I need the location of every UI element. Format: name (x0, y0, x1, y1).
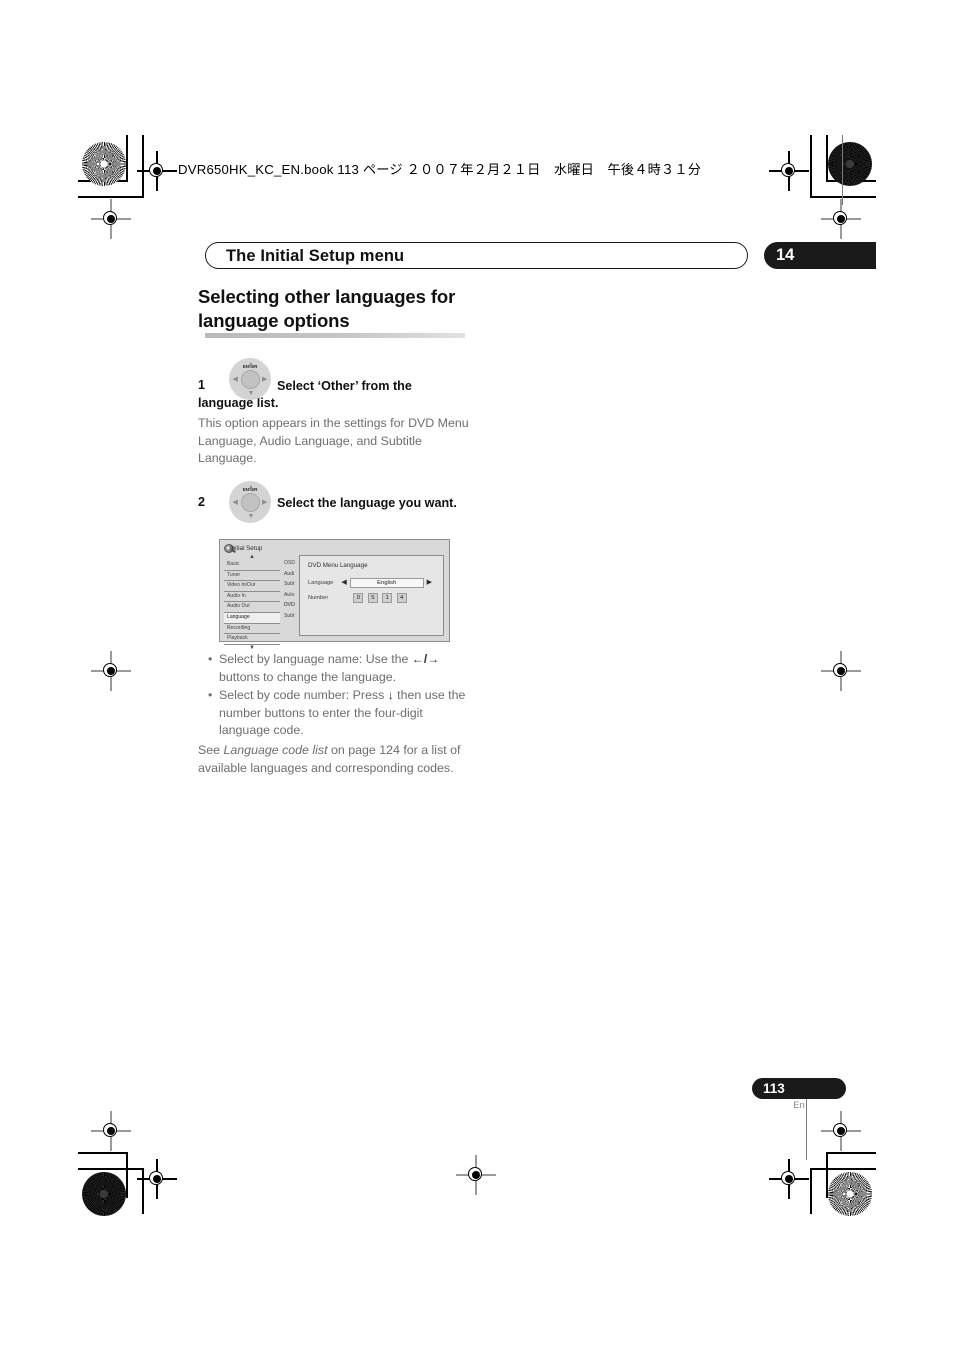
file-path-header: DVR650HK_KC_EN.book 113 ページ ２００７年２月２１日 水… (178, 162, 702, 177)
scroll-down-icon[interactable]: ▼ (224, 645, 280, 651)
bullet-dot-icon: • (208, 688, 213, 702)
nav-right-arrow-icon: ▶ (262, 498, 268, 506)
crop-line (810, 135, 812, 197)
registration-target (456, 1155, 496, 1195)
nav-right-arrow-icon: ▶ (262, 375, 268, 383)
registration-target (821, 199, 861, 239)
osd-sidebar-item-tuner[interactable]: Tuner (224, 571, 280, 582)
osd-digit-3[interactable]: 1 (382, 593, 393, 603)
nav-left-arrow-icon: ◀ (232, 375, 238, 383)
see-note-pre: See (198, 743, 224, 757)
osd-digit-1[interactable]: 0 (353, 593, 364, 603)
osd-screenshot: Initial Setup ▲ Basic Tuner Video In/Out… (219, 539, 450, 651)
osd-digit-2[interactable]: 5 (367, 593, 378, 603)
osd-sidebar-item-playback[interactable]: Playback (224, 634, 280, 645)
chapter-banner: The Initial Setup menu (205, 242, 748, 269)
starburst-mark (82, 142, 126, 186)
registration-target (769, 1159, 809, 1199)
crop-line (810, 1168, 876, 1170)
page-number-badge: 113 (752, 1078, 846, 1099)
bullet-1-pre: Select by language name: Use the (219, 652, 412, 666)
page-language-code: En (793, 1100, 805, 1111)
bullet-dot-icon: • (208, 652, 213, 666)
crop-line (78, 196, 144, 198)
registration-target (91, 199, 131, 239)
starburst-mark (828, 142, 872, 186)
starburst-mark (82, 1172, 126, 1216)
bullet-item-code-number: • Select by code number: Press ↓ then use… (207, 687, 469, 740)
osd-number-row: Number 0 5 1 4 (308, 593, 407, 603)
page-title: Selecting other languages for language o… (198, 286, 456, 331)
osd-sidebar: ▲ Basic Tuner Video In/Out Audio In Audi… (224, 554, 280, 651)
bullet-2-pre: Select by code number: Press (219, 688, 388, 702)
osd-panel-title: DVD Menu Language (308, 562, 368, 569)
nav-down-arrow-icon: ▼ (247, 513, 255, 520)
osd-language-row: Language ◀ English ▶ (308, 578, 432, 588)
chapter-title: The Initial Setup menu (226, 247, 405, 265)
step-1: 1 ENTER ▲ ▼ ◀ ▶ Select ‘Other’ from the … (198, 358, 470, 468)
osd-detail-panel: DVD Menu Language Language ◀ English ▶ N… (299, 555, 444, 636)
bullet-item-language-name: • Select by language name: Use the ←/→ bu… (207, 651, 469, 686)
crop-line (810, 196, 876, 198)
crop-line (126, 1152, 128, 1198)
registration-target (91, 651, 131, 691)
registration-target (821, 651, 861, 691)
remote-nav-button-icon: ENTER ▲ ▼ ◀ ▶ (229, 481, 271, 523)
registration-target (769, 151, 809, 191)
right-arrow-icon[interactable]: ▶ (427, 579, 432, 586)
osd-language-value[interactable]: English (349, 578, 424, 588)
registration-target (137, 1159, 177, 1199)
registration-target (91, 1111, 131, 1151)
registration-target (137, 151, 177, 191)
osd-digit-4[interactable]: 4 (396, 593, 407, 603)
crop-line (78, 1168, 144, 1170)
starburst-mark (828, 1172, 872, 1216)
osd-title: Initial Setup (230, 545, 263, 552)
left-arrow-icon[interactable]: ◀ (341, 579, 346, 586)
step-2-number: 2 (198, 495, 206, 509)
osd-sidebar-item-audio-out[interactable]: Audio Out (224, 602, 280, 613)
bullet-1-post: buttons to change the language. (219, 669, 397, 684)
left-right-arrow-icon: ←/→ (411, 652, 440, 666)
nav-up-arrow-icon: ▲ (247, 360, 255, 368)
crop-line (810, 1168, 812, 1214)
crop-line (826, 135, 828, 181)
page-number: 113 (763, 1081, 785, 1096)
crop-line (78, 1152, 128, 1154)
nav-up-arrow-icon: ▲ (247, 483, 255, 491)
see-note-italic: Language code list (223, 743, 328, 757)
step-2-text: Select the language you want. (277, 496, 457, 510)
osd-language-label: Language (308, 579, 334, 586)
nav-left-arrow-icon: ◀ (232, 498, 238, 506)
osd-sidebar-item-audio-in[interactable]: Audio In (224, 592, 280, 603)
cross-reference-note: See Language code list on page 124 for a… (198, 742, 468, 777)
step-1-number: 1 (198, 378, 206, 392)
guide-line (842, 135, 843, 205)
osd-number-label: Number (308, 594, 329, 601)
step-2: 2 ENTER ▲ ▼ ◀ ▶ Select the language you … (198, 481, 470, 523)
crop-line (126, 135, 128, 181)
osd-sidebar-item-basic[interactable]: Basic (224, 560, 280, 571)
osd-sidebar-item-language[interactable]: Language (224, 612, 280, 624)
crop-line (826, 1152, 876, 1154)
bullet-list: • Select by language name: Use the ←/→ bu… (207, 651, 469, 741)
osd-sidebar-item-video-in-out[interactable]: Video In/Out (224, 581, 280, 592)
osd-sidebar-item-recording[interactable]: Recording (224, 624, 280, 635)
heading-rule (205, 333, 465, 338)
step-1-body: This option appears in the settings for … (198, 416, 469, 465)
remote-nav-button-icon: ENTER ▲ ▼ ◀ ▶ (229, 358, 271, 400)
chapter-number-badge: 14 (764, 242, 876, 269)
chapter-number: 14 (776, 246, 795, 264)
registration-target (821, 1111, 861, 1151)
nav-down-arrow-icon: ▼ (247, 390, 255, 397)
